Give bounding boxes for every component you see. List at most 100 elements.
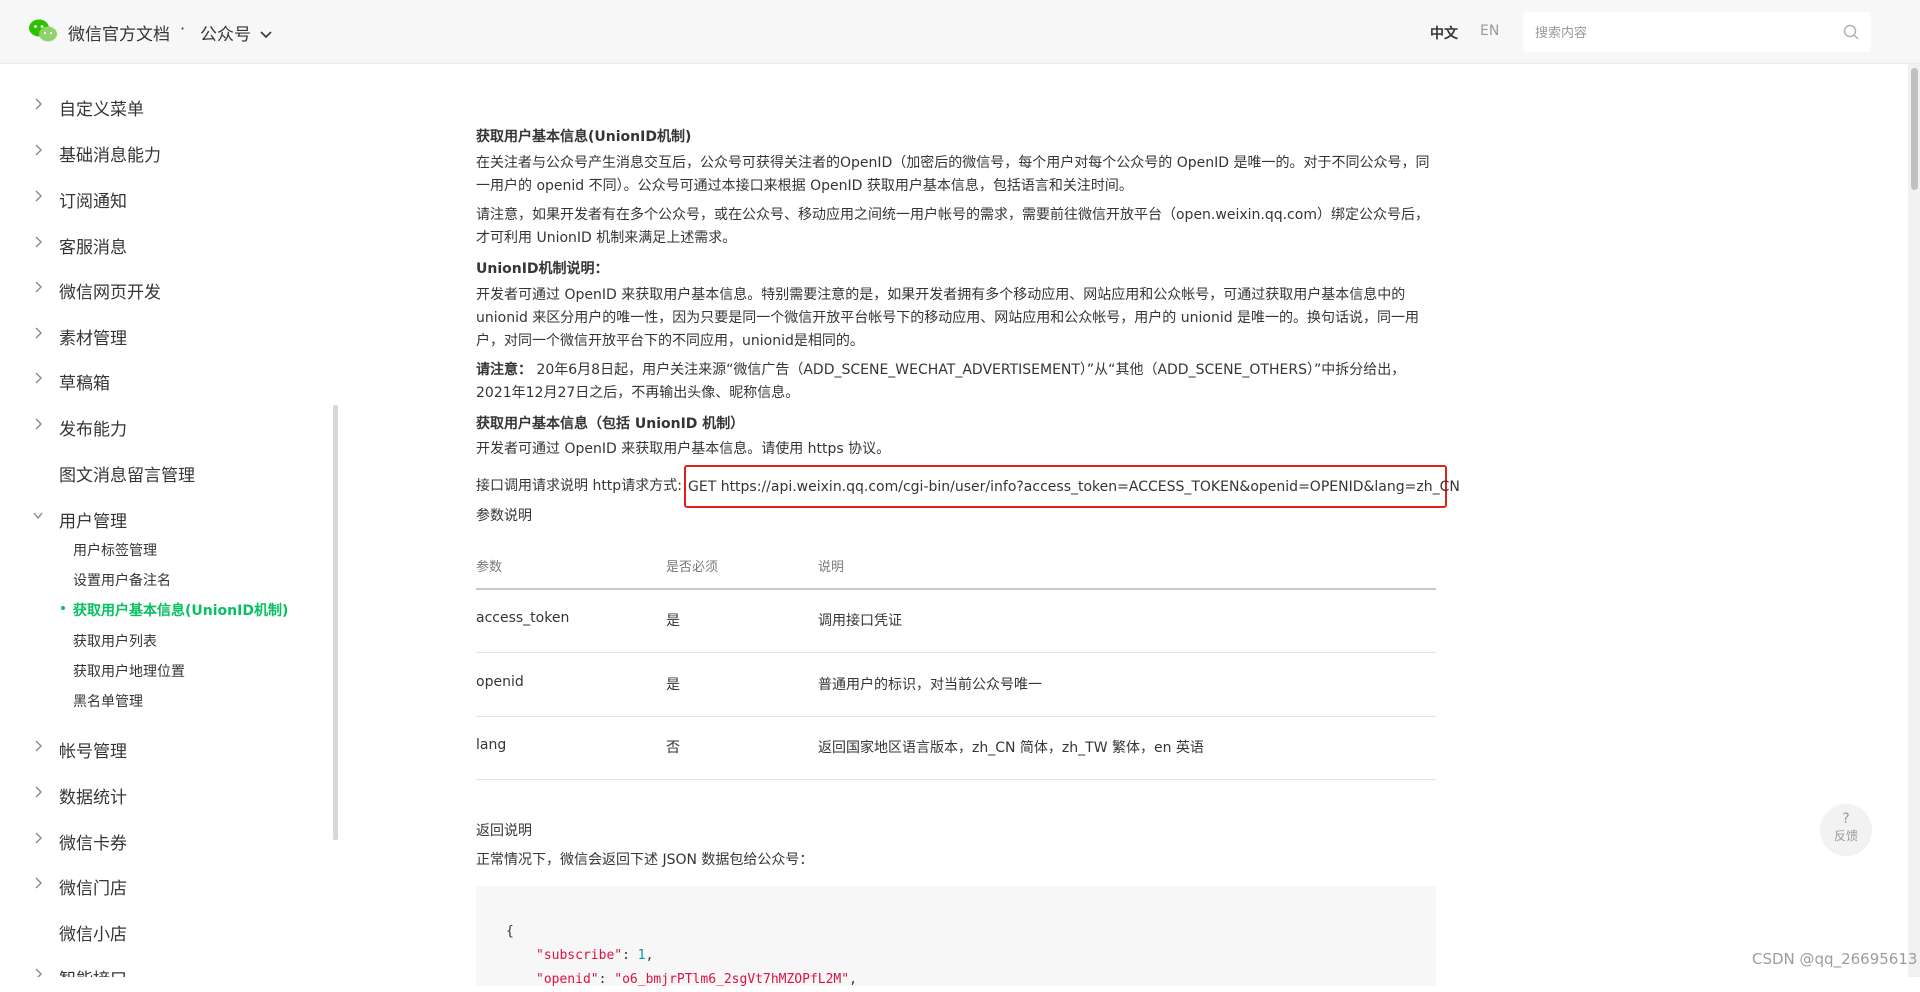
feedback-button[interactable]: ? 反馈 <box>1820 804 1872 856</box>
chevron-right-icon <box>35 786 42 798</box>
search-input[interactable] <box>1533 12 1837 54</box>
chevron-right-icon <box>35 372 42 384</box>
sidebar-subitem-user-info[interactable]: 获取用户基本信息(UnionID机制) <box>73 600 288 620</box>
table-cell: access_token <box>476 610 570 626</box>
sidebar-item-drafts[interactable]: 草稿箱 <box>0 366 333 396</box>
question-icon: ? <box>1842 811 1850 827</box>
sidebar-item-label: 发布能力 <box>59 420 127 440</box>
chevron-right-icon <box>35 236 42 248</box>
table-cell: 返回国家地区语言版本，zh_CN 简体，zh_TW 繁体，en 英语 <box>818 740 1204 756</box>
table-row: lang 否 返回国家地区语言版本，zh_CN 简体，zh_TW 繁体，en 英… <box>476 716 1436 780</box>
intro-paragraph: 在关注者与公众号产生消息交互后，公众号可获得关注者的OpenID（加密后的微信号… <box>476 155 1430 194</box>
table-header-cell: 是否必须 <box>666 560 719 575</box>
code-value: 1 <box>637 948 646 963</box>
sidebar-subitem-blacklist[interactable]: 黑名单管理 <box>73 691 143 711</box>
table-cell: 是 <box>666 613 680 629</box>
sidebar-item-account[interactable]: 帐号管理 <box>0 734 333 764</box>
sidebar-item-stores[interactable]: 微信门店 <box>0 871 333 901</box>
chevron-down-icon <box>33 512 43 520</box>
table-cell: 否 <box>666 740 680 756</box>
sidebar-item-basic-messages[interactable]: 基础消息能力 <box>0 138 333 168</box>
code-line: { <box>506 924 514 939</box>
table-cell: 调用接口凭证 <box>818 613 902 629</box>
code-value: "o6_bmjrPTlm6_2sgVt7hMZOPfL2M" <box>614 972 850 987</box>
sidebar-item-comments[interactable]: 图文消息留言管理 <box>0 458 333 488</box>
sidebar-item-statistics[interactable]: 数据统计 <box>0 780 333 810</box>
request-url: GET https://api.weixin.qq.com/cgi-bin/us… <box>688 479 1460 495</box>
sidebar-item-label: 微信门店 <box>59 879 127 899</box>
sidebar-item-label: 智能接口 <box>59 965 127 977</box>
sidebar-item-smart-api[interactable]: 智能接口 <box>0 962 333 977</box>
chevron-right-icon <box>35 281 42 293</box>
header-separator: · <box>180 19 186 38</box>
sidebar-item-label: 草稿箱 <box>59 374 110 394</box>
request-label: 接口调用请求说明 http请求方式: <box>476 478 682 494</box>
note-label: 请注意： <box>476 362 532 378</box>
unionid-heading: UnionID机制说明： <box>476 261 609 277</box>
sidebar-item-shop[interactable]: 微信小店 <box>0 917 333 947</box>
sidebar-scrollbar[interactable] <box>333 405 338 840</box>
sidebar-item-label: 基础消息能力 <box>59 146 161 166</box>
sidebar-item-material[interactable]: 素材管理 <box>0 321 333 351</box>
wechat-logo-icon[interactable] <box>28 18 58 44</box>
lang-zh-link[interactable]: 中文 <box>1430 23 1458 43</box>
sidebar-item-label: 用户管理 <box>59 512 127 532</box>
page-scrollbar-track[interactable] <box>1908 64 1920 977</box>
sidebar-item-label: 客服消息 <box>59 238 127 258</box>
return-description: 正常情况下，微信会返回下述 JSON 数据包给公众号： <box>476 852 814 868</box>
unionid-paragraph: 开发者可通过 OpenID 来获取用户基本信息。特别需要注意的是，如果开发者拥有… <box>476 287 1420 349</box>
table-header-cell: 参数 <box>476 560 503 575</box>
sidebar-item-web-dev[interactable]: 微信网页开发 <box>0 275 333 305</box>
chevron-right-icon <box>35 418 42 430</box>
chevron-right-icon <box>35 877 42 889</box>
code-line: "openid": "o6_bmjrPTlm6_2sgVt7hMZOPfL2M"… <box>536 972 857 987</box>
sidebar-item-label: 微信卡券 <box>59 834 127 854</box>
sidebar-item-label: 微信小店 <box>59 925 127 945</box>
sidebar-item-user-management[interactable]: 用户管理 <box>0 504 333 534</box>
top-header: 微信官方文档 · 公众号 中文 EN <box>0 0 1920 64</box>
sidebar-item-label: 素材管理 <box>59 329 127 349</box>
active-bullet-icon <box>61 606 65 610</box>
sidebar-item-label: 微信网页开发 <box>59 283 161 303</box>
note-paragraph: 请注意： 20年6月8日起，用户关注来源“微信广告（ADD_SCENE_WECH… <box>476 359 1436 405</box>
code-line: "subscribe": 1, <box>536 948 654 963</box>
section-dropdown[interactable]: 公众号 <box>200 20 272 45</box>
chevron-right-icon <box>35 327 42 339</box>
table-cell: 普通用户的标识，对当前公众号唯一 <box>818 677 1042 693</box>
params-table-header: 参数 是否必须 说明 <box>476 556 1436 590</box>
sidebar-item-custom-menu[interactable]: 自定义菜单 <box>0 92 333 122</box>
chevron-right-icon <box>35 832 42 844</box>
json-code-block: { "subscribe": 1, "openid": "o6_bmjrPTlm… <box>476 886 1436 987</box>
section-dropdown-label: 公众号 <box>200 25 251 45</box>
sidebar-subitem-user-tags[interactable]: 用户标签管理 <box>73 540 157 560</box>
feedback-label: 反馈 <box>1833 829 1858 843</box>
table-row: openid 是 普通用户的标识，对当前公众号唯一 <box>476 653 1436 717</box>
params-label: 参数说明 <box>476 508 532 524</box>
sidebar-item-cards[interactable]: 微信卡券 <box>0 826 333 856</box>
search-box <box>1523 12 1871 54</box>
lang-en-link[interactable]: EN <box>1480 23 1499 39</box>
sidebar-item-customer-service[interactable]: 客服消息 <box>0 230 333 260</box>
table-cell: 是 <box>666 677 680 693</box>
sidebar-item-label: 订阅通知 <box>59 192 127 212</box>
page-scrollbar-thumb[interactable] <box>1911 68 1918 190</box>
sidebar-subitem-user-location[interactable]: 获取用户地理位置 <box>73 661 185 681</box>
table-header-cell: 说明 <box>818 560 845 575</box>
sidebar-item-publish[interactable]: 发布能力 <box>0 412 333 442</box>
chevron-right-icon <box>35 190 42 202</box>
chevron-right-icon <box>35 968 42 977</box>
sidebar-item-subscribe-notice[interactable]: 订阅通知 <box>0 184 333 214</box>
sidebar-item-label: 图文消息留言管理 <box>59 466 195 486</box>
sidebar-item-label: 帐号管理 <box>59 742 127 762</box>
brand-title[interactable]: 微信官方文档 <box>68 20 170 45</box>
table-row: access_token 是 调用接口凭证 <box>476 589 1436 653</box>
return-label: 返回说明 <box>476 823 532 839</box>
sidebar-subitem-user-list[interactable]: 获取用户列表 <box>73 631 157 651</box>
sidebar-item-label: 自定义菜单 <box>59 100 144 120</box>
https-paragraph: 开发者可通过 OpenID 来获取用户基本信息。请使用 https 协议。 <box>476 441 891 457</box>
watermark: CSDN @qq_26695613 <box>1752 950 1918 968</box>
sidebar-nav: 自定义菜单 基础消息能力 订阅通知 客服消息 微信网页开发 素材管理 草稿箱 发… <box>0 64 333 977</box>
search-icon[interactable] <box>1843 24 1859 40</box>
sidebar-subitem-user-remark[interactable]: 设置用户备注名 <box>73 570 171 590</box>
code-key: "openid" <box>536 972 599 987</box>
